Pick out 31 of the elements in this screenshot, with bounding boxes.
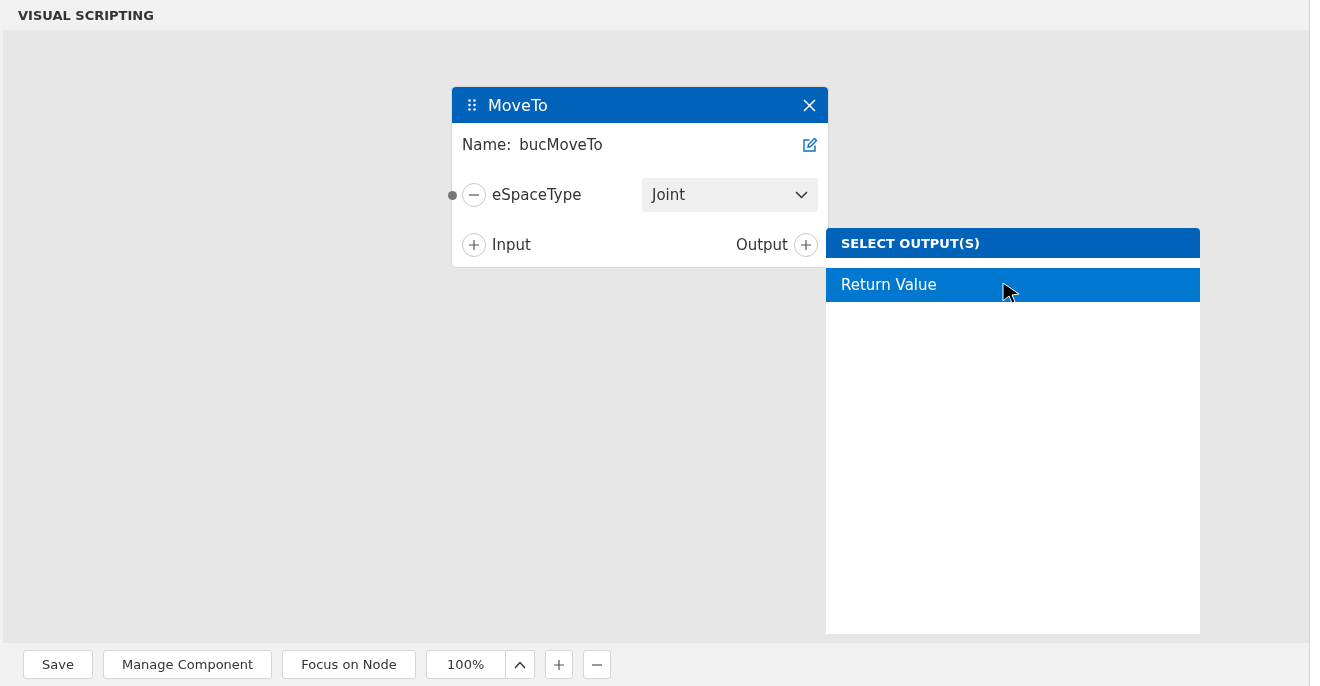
toolbar-button[interactable]: Manage Component	[102, 650, 273, 679]
zoom-in-button[interactable]	[544, 650, 573, 679]
chevron-down-icon	[795, 191, 808, 199]
node-card[interactable]: MoveTo Name: bucMoveTo eSpaceType Joint Input Output	[452, 87, 828, 267]
node-title: MoveTo	[488, 95, 549, 115]
plus-icon	[552, 658, 565, 671]
zoom-out-button[interactable]	[582, 650, 611, 679]
node-name: bucMoveTo	[519, 136, 604, 154]
plus-icon	[800, 239, 812, 251]
zoom-step-button[interactable]	[505, 650, 535, 679]
toolbar-button[interactable]: Save	[23, 650, 93, 679]
menu-title: SELECT OUTPUT(S)	[826, 228, 1200, 258]
plus-icon	[468, 239, 480, 251]
output-label: Output	[735, 236, 788, 254]
close-icon[interactable]	[803, 98, 816, 112]
chevron-up-icon	[513, 660, 526, 669]
input-label: Input	[492, 236, 531, 254]
panel-title: VISUAL SCRIPTING	[18, 7, 154, 23]
name-label: Name:	[462, 136, 512, 154]
toolbar-button[interactable]: Focus on Node	[282, 650, 416, 679]
mouse-pointer-icon	[1002, 282, 1020, 304]
add-input-button[interactable]	[462, 233, 486, 257]
drag-handle-icon[interactable]	[468, 99, 476, 111]
menu-item[interactable]: Return Value	[826, 268, 1200, 302]
connection-dot[interactable]	[448, 191, 457, 200]
parameter-dropdown[interactable]: Joint	[642, 178, 818, 212]
add-output-button[interactable]	[794, 233, 818, 257]
zoom-field[interactable]: 100%	[425, 650, 506, 679]
parameter-label: eSpaceType	[492, 186, 582, 204]
remove-parameter-button[interactable]	[462, 183, 486, 207]
edit-icon[interactable]	[802, 137, 818, 153]
